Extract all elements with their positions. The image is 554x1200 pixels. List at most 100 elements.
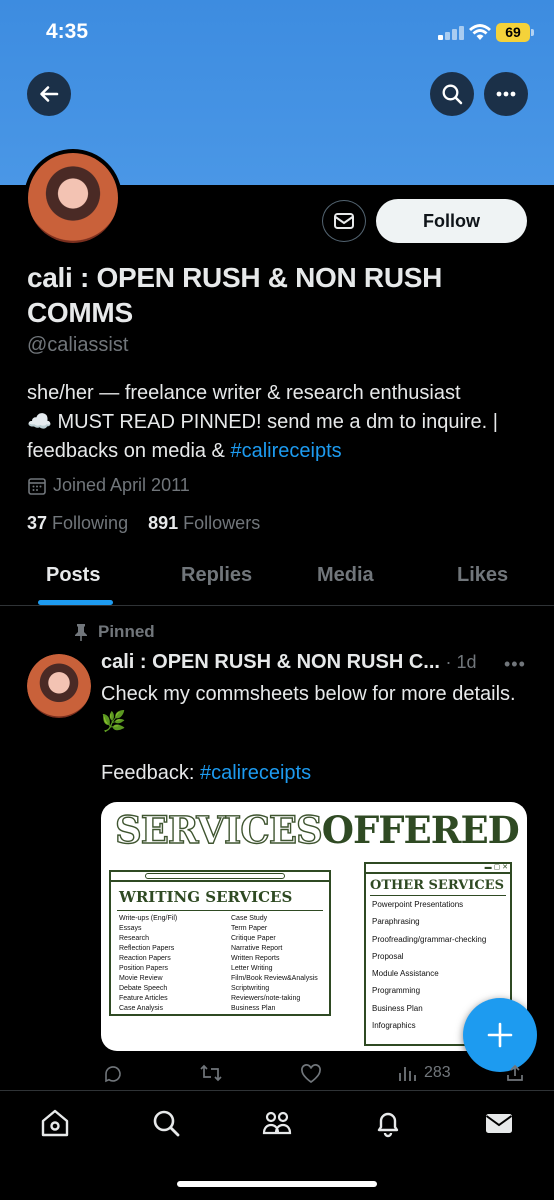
profile-tabs: Posts Replies Media Likes <box>0 550 554 606</box>
tab-posts[interactable]: Posts <box>46 564 100 587</box>
tab-likes[interactable]: Likes <box>457 564 508 587</box>
wifi-icon <box>469 24 491 40</box>
window-titlebar <box>111 872 329 882</box>
post-more-button[interactable]: ••• <box>504 654 526 675</box>
service-item: Write-ups (Eng/Fil) <box>119 915 178 922</box>
service-item: Business Plan <box>231 1005 276 1012</box>
post-header: cali : OPEN RUSH & NON RUSH C... · 1d <box>101 651 477 674</box>
service-item: Case Study <box>231 915 268 922</box>
service-item: Programming <box>372 986 421 996</box>
like-button[interactable] <box>300 1064 322 1084</box>
pinned-label: Pinned <box>98 622 155 641</box>
battery-indicator: 69 <box>496 23 530 42</box>
service-item: Scriptwriting <box>231 985 270 992</box>
service-item: Proofreading/grammar-checking <box>372 934 487 944</box>
messages-icon[interactable] <box>483 1107 515 1139</box>
status-time: 4:35 <box>46 20 89 43</box>
service-item: Powerpoint Presentations <box>372 900 464 909</box>
service-item: Essays <box>119 925 142 932</box>
pinned-indicator: Pinned <box>74 622 155 642</box>
active-tab-indicator <box>38 600 113 605</box>
reply-button[interactable] <box>103 1064 123 1084</box>
bio-line: feedbacks on media & #calireceipts <box>27 437 537 466</box>
post-feedback-line: Feedback: #calireceipts <box>101 762 311 785</box>
service-item: Written Reports <box>231 955 280 962</box>
repost-icon <box>200 1064 222 1082</box>
following-link[interactable]: 37 Following <box>27 513 128 533</box>
back-button[interactable] <box>27 72 71 116</box>
tab-media[interactable]: Media <box>317 564 374 587</box>
post-text: Check my commsheets below for more detai… <box>101 683 516 733</box>
repost-button[interactable] <box>200 1064 222 1082</box>
writing-services-title: WRITING SERVICES <box>119 888 293 906</box>
home-indicator <box>177 1181 377 1187</box>
arrow-left-icon <box>40 86 59 102</box>
communities-icon[interactable] <box>261 1107 293 1139</box>
avatar-image <box>27 654 91 718</box>
writing-services-list: Write-ups (Eng/Fil) Essays Research Reflect… <box>111 911 329 1014</box>
views-count: 283 <box>424 1064 451 1081</box>
search-icon <box>442 84 463 105</box>
post-author[interactable]: cali : OPEN RUSH & NON RUSH C... <box>101 651 440 673</box>
share-icon <box>507 1064 523 1081</box>
profile-avatar[interactable] <box>24 149 122 247</box>
bio-line: she/her — freelance writer & research en… <box>27 382 461 404</box>
service-item: Feature Articles <box>119 995 168 1002</box>
more-options-button[interactable] <box>484 72 528 116</box>
joined-label: Joined April 2011 <box>53 475 190 495</box>
post-media-image[interactable]: SERVICESOFFERED WRITING SERVICES Write-u… <box>101 802 527 1051</box>
media-title-fill: OFFERED <box>321 808 520 852</box>
search-icon[interactable] <box>150 1107 182 1139</box>
bio-text: feedbacks on media & <box>27 440 231 462</box>
service-item: Module Assistance <box>372 969 439 979</box>
views-button[interactable]: 283 <box>398 1064 451 1082</box>
service-item: Proposal <box>372 951 404 961</box>
mail-icon <box>334 213 354 229</box>
profile-name: cali : OPEN RUSH & NON RUSH COMMS <box>27 262 443 328</box>
home-icon[interactable] <box>39 1107 71 1139</box>
following-count: 37 <box>27 513 48 533</box>
calendar-icon <box>28 477 46 495</box>
writing-services-window: WRITING SERVICES Write-ups (Eng/Fil) Essa… <box>109 870 331 1016</box>
avatar-image <box>28 153 118 243</box>
tab-replies[interactable]: Replies <box>181 564 252 587</box>
bio-line: ☁️ MUST READ PINNED! send me a dm to inq… <box>27 411 498 433</box>
writing-column-1: Write-ups (Eng/Fil) Essays Research Reflect… <box>119 914 231 1014</box>
followers-label: Followers <box>183 513 261 533</box>
service-item: Term Paper <box>231 925 268 932</box>
reply-icon <box>105 1066 121 1083</box>
notifications-icon[interactable] <box>372 1107 404 1139</box>
service-item: Reflection Papers <box>119 945 175 952</box>
follow-button[interactable]: Follow <box>376 199 527 243</box>
search-button[interactable] <box>430 72 474 116</box>
following-label: Following <box>52 513 129 533</box>
followers-link[interactable]: 891 Followers <box>148 513 260 533</box>
hashtag-link[interactable]: #calireceipts <box>230 440 341 462</box>
profile-handle: @caliassist <box>27 334 129 356</box>
service-item: Narrative Report <box>231 945 283 952</box>
heart-icon <box>301 1064 321 1084</box>
more-icon <box>496 91 516 97</box>
other-services-title: OTHER SERVICES <box>370 878 504 893</box>
views-icon <box>399 1067 416 1081</box>
status-bar: 4:35 69 <box>0 0 554 64</box>
post-time: · 1d <box>445 652 477 672</box>
service-item: Position Papers <box>119 965 169 972</box>
window-search-bar <box>145 873 285 879</box>
post-avatar[interactable] <box>27 654 91 718</box>
service-item: Reviewers/note-taking <box>231 995 301 1002</box>
media-title-outline: SERVICES <box>114 807 323 852</box>
hashtag-link[interactable]: #calireceipts <box>200 762 311 784</box>
battery-cap <box>531 29 534 36</box>
service-item: Research <box>119 935 149 942</box>
window-titlebar: ▬ ▢ ✕ <box>366 864 510 874</box>
service-item: Film/Book Review&Analysis <box>231 975 318 982</box>
service-item: Case Analysis <box>119 1005 163 1012</box>
followers-count: 891 <box>148 513 179 533</box>
pin-icon <box>75 624 87 641</box>
share-button[interactable] <box>506 1064 524 1082</box>
message-button[interactable] <box>322 200 366 242</box>
service-item: Debate Speech <box>119 985 168 992</box>
profile-bio: she/her — freelance writer & research en… <box>27 379 537 466</box>
follow-stats: 37 Following 891 Followers <box>27 513 260 534</box>
